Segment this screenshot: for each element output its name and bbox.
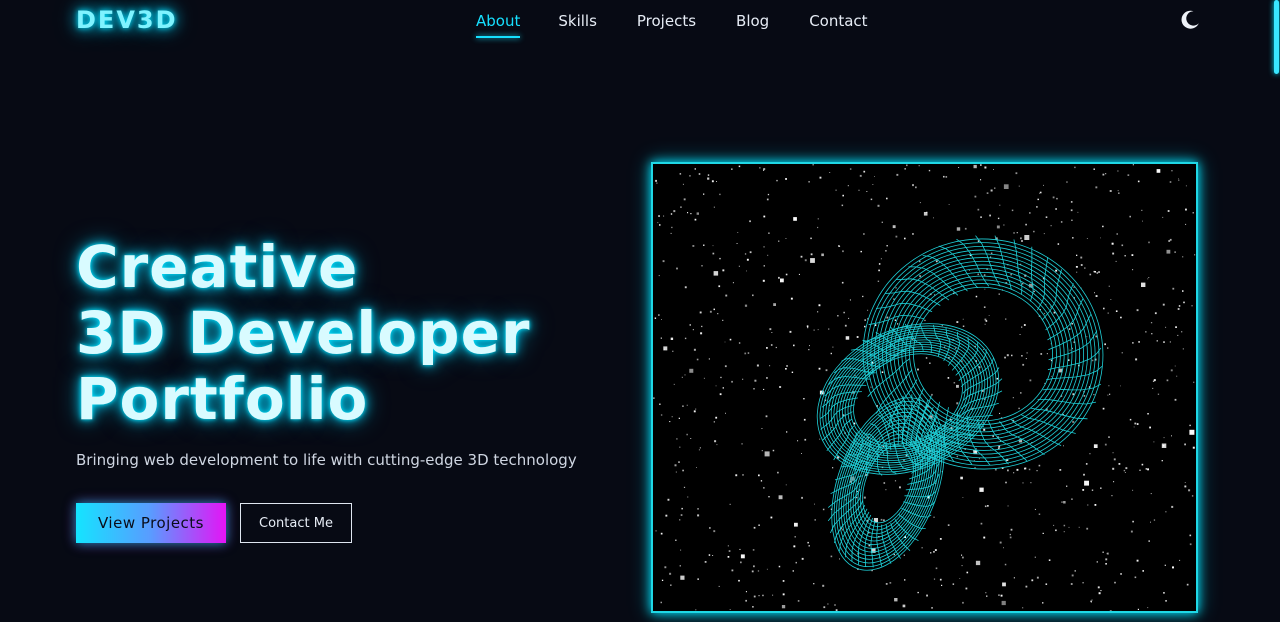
wireframe-torus-knot — [816, 235, 1104, 571]
nav-projects[interactable]: Projects — [637, 12, 696, 36]
hero-subtitle: Bringing web development to life with cu… — [76, 451, 577, 469]
wireframe-scene — [653, 164, 1196, 611]
page: DEV3D About Skills Projects Blog Contact… — [0, 0, 1280, 622]
scrollbar-thumb[interactable] — [1274, 0, 1279, 74]
logo[interactable]: DEV3D — [76, 6, 178, 34]
hero-title-line-2: 3D Developer — [76, 299, 531, 367]
hero-title-line-1: Creative — [76, 233, 359, 301]
3d-canvas[interactable] — [651, 162, 1198, 613]
contact-me-button[interactable]: Contact Me — [240, 503, 352, 543]
hero-title: Creative 3D Developer Portfolio — [76, 234, 531, 432]
nav-contact[interactable]: Contact — [809, 12, 867, 36]
starfield — [653, 164, 1196, 611]
nav-about[interactable]: About — [476, 12, 521, 38]
nav-skills[interactable]: Skills — [558, 12, 597, 36]
main-nav: About Skills Projects Blog Contact — [476, 12, 868, 38]
moon-icon[interactable] — [1178, 8, 1202, 32]
view-projects-button[interactable]: View Projects — [76, 503, 226, 543]
nav-blog[interactable]: Blog — [736, 12, 769, 36]
hero-title-line-3: Portfolio — [76, 365, 369, 433]
